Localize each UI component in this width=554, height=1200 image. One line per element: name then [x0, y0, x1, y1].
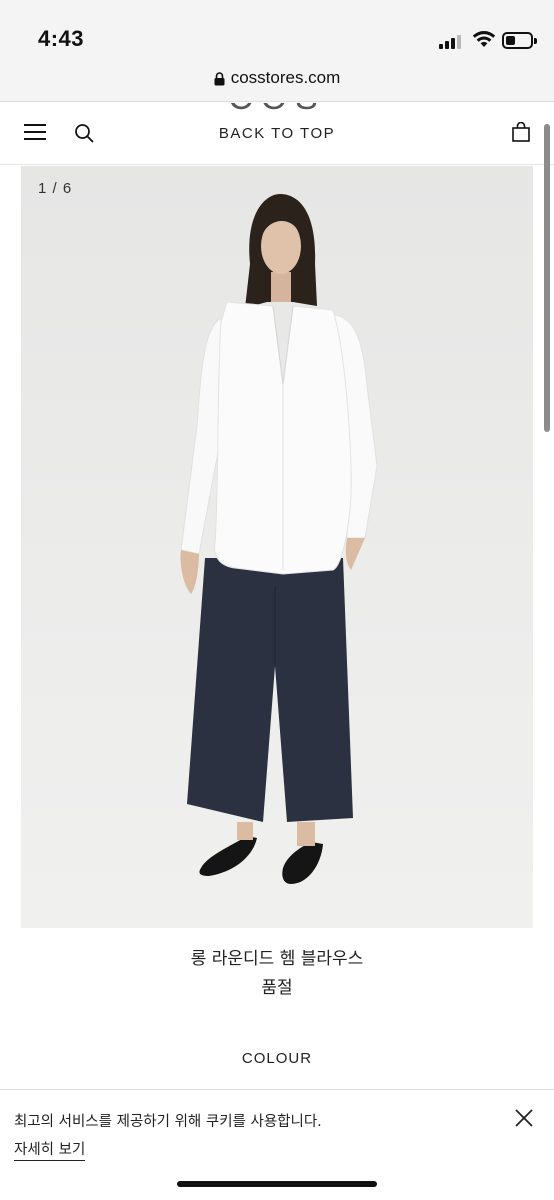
product-name: 롱 라운디드 헴 블라우스	[190, 949, 364, 969]
cookie-details-link[interactable]: 자세히 보기	[14, 1138, 86, 1161]
home-indicator[interactable]	[177, 1181, 377, 1187]
site-header: COS BACK TO TOP	[0, 103, 554, 165]
wifi-icon	[472, 31, 496, 47]
cellular-signal-icon	[439, 33, 463, 49]
cookie-message: 최고의 서비스를 제공하기 위해 쿠키를 사용합니다.	[14, 1114, 322, 1130]
image-counter: 1 / 6	[38, 180, 73, 197]
back-to-top-link[interactable]: BACK TO TOP	[0, 125, 554, 142]
product-image[interactable]: 1 / 6	[21, 166, 533, 928]
colour-label: COLOUR	[241, 1050, 313, 1067]
product-availability: 품절	[261, 978, 293, 998]
model-illustration	[180, 194, 378, 884]
bag-icon[interactable]	[512, 122, 530, 142]
battery-icon	[502, 32, 537, 49]
cos-logo[interactable]: COS	[227, 103, 327, 117]
browser-url[interactable]: cosstores.com	[231, 68, 341, 87]
status-time: 4:43	[38, 26, 85, 51]
lock-icon	[214, 71, 225, 86]
browser-address-bar[interactable]: cosstores.com	[0, 62, 554, 102]
close-icon[interactable]	[514, 1108, 534, 1128]
status-bar: 4:43	[0, 0, 554, 62]
page-scrollbar[interactable]	[544, 124, 550, 432]
